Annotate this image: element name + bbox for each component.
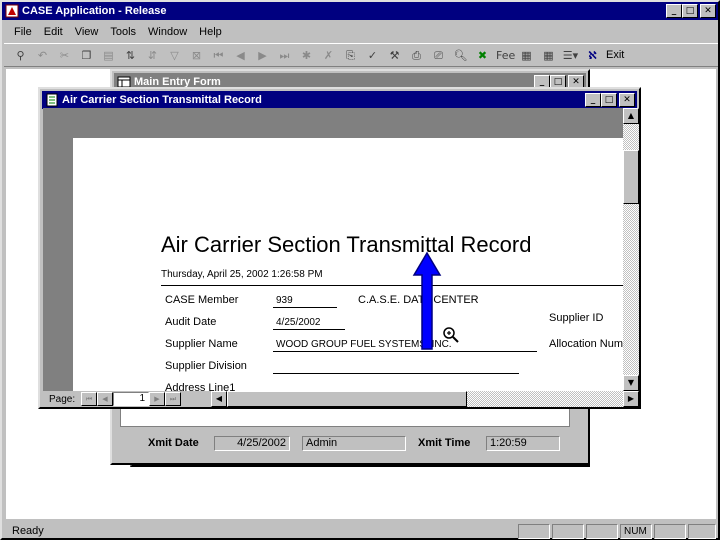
sort-ascending-icon[interactable]: ⇅ [122,47,139,64]
help-icon[interactable]: ℵ [584,47,601,64]
save-record-icon[interactable]: ⎘ [342,47,359,64]
datasheet-view-icon[interactable]: ▦ [540,47,557,64]
tools-icon[interactable]: ⚒ [386,47,403,64]
horizontal-scrollbar[interactable]: ◀ ▶ [211,391,639,407]
status-text: Ready [12,525,44,537]
app-title: CASE Application - Release [22,5,167,17]
report-icon [46,93,58,107]
first-page-button[interactable]: ⏮ [81,392,97,406]
copy-icon[interactable]: ❐ [78,47,95,64]
find-icon[interactable]: ⚲ [12,47,29,64]
xmit-date-label: Xmit Date [148,437,199,449]
report-heading: Air Carrier Section Transmittal Record [161,232,532,257]
xmit-user-field[interactable]: Admin [302,435,406,451]
print-preview-icon[interactable]: ⎚ [430,47,447,64]
toolbar: ⚲ ↶ ✂ ❐ ▤ ⇅ ⇵ ▽ ⊠ ⏮ ◀ ▶ ⏭ ✱ ✗ ⎘ ✓ ⚒ ⎙ ⎚ … [4,43,718,67]
page-number-field[interactable]: 1 [113,392,149,406]
last-record-icon[interactable]: ⏭ [276,47,293,64]
report-page: Air Carrier Section Transmittal Record T… [73,138,623,391]
cut-icon[interactable]: ✂ [56,47,73,64]
status-cell [688,523,716,539]
export-excel-icon[interactable]: ✖ [474,47,491,64]
scroll-down-button[interactable]: ▼ [623,375,639,391]
menu-edit[interactable]: Edit [44,26,63,38]
form-view-icon[interactable]: ▦ [518,47,535,64]
page-navigation-bar: Page: ⏮ ◀ 1 ▶ ⏭ ◀ ▶ [43,391,639,407]
previous-page-button[interactable]: ◀ [97,392,113,406]
scroll-up-button[interactable]: ▲ [623,108,639,124]
address-line1-label: Address Line1 [165,382,236,391]
minimize-button[interactable]: _ [585,93,601,107]
sort-descending-icon[interactable]: ⇵ [144,47,161,64]
first-record-icon[interactable]: ⏮ [210,47,227,64]
up-arrow-annotation [412,251,442,350]
report-preview-window: Air Carrier Section Transmittal Record _… [38,87,641,409]
menu-bar: File Edit View Tools Window Help [4,22,718,42]
supplier-name-value: WOOD GROUP FUEL SYSTEMS, INC. [273,338,537,352]
scroll-right-button[interactable]: ▶ [623,391,639,407]
undo-icon[interactable]: ↶ [34,47,51,64]
horizontal-scroll-thumb[interactable] [227,391,467,407]
supplier-division-label: Supplier Division [165,360,247,372]
print-icon[interactable]: ⎙ [408,47,425,64]
new-record-icon[interactable]: ✱ [298,47,315,64]
next-page-button[interactable]: ▶ [149,392,165,406]
supplier-id-label: Supplier ID [549,312,604,324]
xmit-time-field[interactable]: 1:20:59 [486,435,560,451]
minimize-button[interactable]: _ [666,4,682,18]
menu-help[interactable]: Help [199,26,222,38]
report-divider [161,285,623,286]
previous-record-icon[interactable]: ◀ [232,47,249,64]
zoom-icon[interactable]: 🔍︎ [452,47,469,64]
status-cell [552,523,584,539]
xmit-row: Xmit Date 4/25/2002 Admin Xmit Time 1:20… [148,434,564,452]
list-dropdown-icon[interactable]: ☰▾ [562,47,579,64]
paste-icon[interactable]: ▤ [100,47,117,64]
vertical-scroll-thumb[interactable] [623,150,639,204]
app-title-bar[interactable]: CASE Application - Release _ □ ✕ [2,2,718,20]
menu-view[interactable]: View [75,26,99,38]
menu-tools[interactable]: Tools [110,26,136,38]
report-title-bar[interactable]: Air Carrier Section Transmittal Record _… [42,91,637,109]
menu-file[interactable]: File [14,26,32,38]
supplier-division-value [273,360,519,374]
remove-filter-icon[interactable]: ⊠ [188,47,205,64]
allocation-num-label: Allocation Num [549,338,623,350]
app-icon [5,4,19,18]
close-button[interactable]: ✕ [700,4,716,18]
exit-button[interactable]: Exit [606,47,624,64]
last-page-button[interactable]: ⏭ [165,392,181,406]
maximize-button[interactable]: □ [601,93,617,107]
vertical-scrollbar[interactable]: ▲ ▼ [623,108,639,391]
delete-record-icon[interactable]: ✗ [320,47,337,64]
magnifier-cursor-icon [443,327,459,343]
report-viewport[interactable]: Air Carrier Section Transmittal Record T… [43,108,623,391]
page-label: Page: [49,393,76,405]
xmit-time-label: Xmit Time [418,437,471,449]
filter-icon[interactable]: ▽ [166,47,183,64]
num-lock-indicator: NUM [620,523,652,539]
next-record-icon[interactable]: ▶ [254,47,271,64]
status-cell [654,523,686,539]
report-timestamp: Thursday, April 25, 2002 1:26:58 PM [161,269,323,280]
audit-date-value: 4/25/2002 [273,316,345,330]
status-cell [586,523,618,539]
supplier-name-label: Supplier Name [165,338,238,350]
close-button[interactable]: ✕ [619,93,635,107]
case-member-label: CASE Member [165,294,239,306]
xmit-date-field[interactable]: 4/25/2002 [214,435,290,451]
status-cell [518,523,550,539]
case-member-value: 939 [273,294,337,308]
report-window-title: Air Carrier Section Transmittal Record [62,94,262,106]
status-bar: Ready NUM [4,522,718,540]
spell-check-icon[interactable]: ✓ [364,47,381,64]
maximize-button[interactable]: □ [682,4,698,18]
menu-window[interactable]: Window [148,26,187,38]
fee-icon[interactable]: Fee [496,47,515,64]
scroll-left-button[interactable]: ◀ [211,391,227,407]
audit-date-label: Audit Date [165,316,217,328]
